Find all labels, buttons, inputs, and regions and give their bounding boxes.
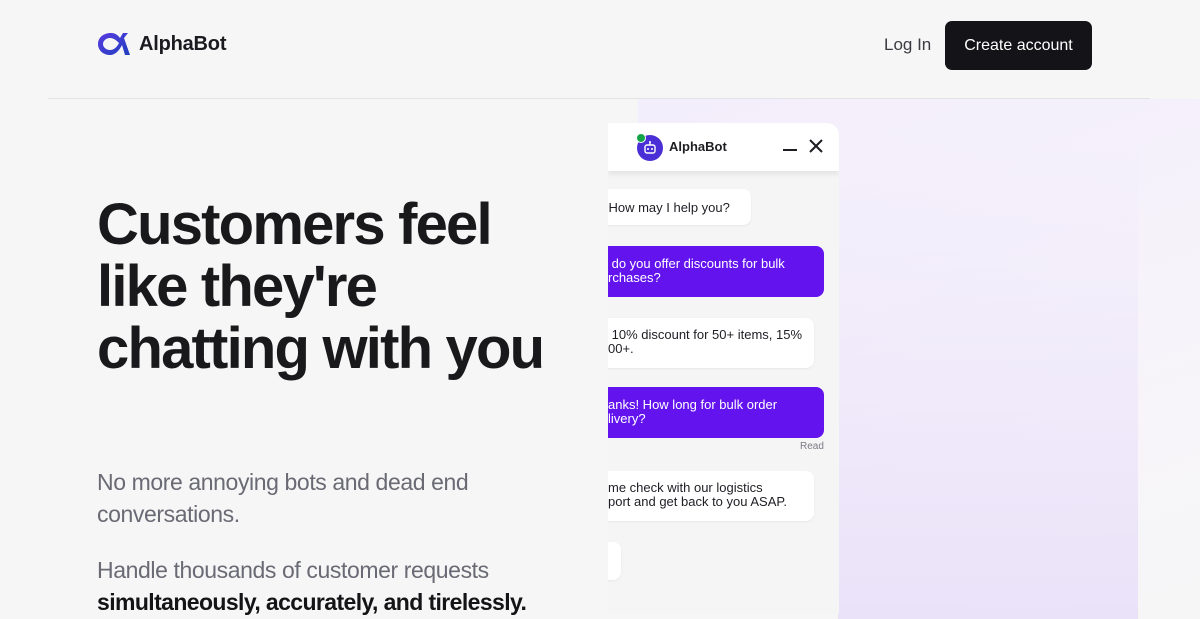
- message-text: o. How may I help you?: [608, 200, 730, 215]
- chat-bot-name: AlphaBot: [669, 139, 727, 154]
- close-icon[interactable]: [807, 137, 825, 155]
- message-text: 00+.: [608, 341, 634, 356]
- message-text: do you offer discounts for bulk: [608, 256, 785, 271]
- alpha-logo-icon: [98, 33, 130, 55]
- brand-logo[interactable]: AlphaBot: [97, 30, 226, 58]
- message-text: port and get back to you ASAP.: [608, 494, 787, 509]
- robot-icon: [644, 141, 656, 154]
- lead2-prefix: Handle thousands of customer requests: [97, 557, 489, 583]
- hero-title-line: chatting with you: [97, 316, 545, 381]
- chat-message-bot-partial: [608, 542, 621, 580]
- hero-lead-secondary: Handle thousands of customer requests si…: [97, 554, 567, 618]
- hero-title: Customers feel like they're chatting wit…: [97, 194, 567, 380]
- message-text: anks! How long for bulk order: [608, 397, 778, 412]
- brand-name: AlphaBot: [139, 32, 227, 55]
- chat-message-bot: o. How may I help you?: [608, 189, 751, 225]
- message-text: 10% discount for 50+ items, 15%: [608, 327, 803, 342]
- chat-message-bot: 10% discount for 50+ items, 15% 00+.: [608, 318, 814, 368]
- chat-header: AlphaBot: [608, 123, 839, 171]
- read-receipt: Read: [800, 441, 824, 452]
- chat-widget: AlphaBot o. How may I help you? do you o…: [608, 123, 839, 614]
- hero-lead: No more annoying bots and dead end conve…: [97, 469, 469, 527]
- message-text: livery?: [608, 411, 646, 426]
- background-glow: [838, 139, 1138, 619]
- chat-message-user: do you offer discounts for bulk rchases?: [608, 246, 824, 297]
- minimize-icon[interactable]: [781, 137, 799, 155]
- create-account-button[interactable]: Create account: [945, 21, 1092, 70]
- message-text: rchases?: [608, 270, 661, 285]
- chat-message-bot: me check with our logistics port and get…: [608, 471, 814, 521]
- lead2-bold: simultaneously, accurately, and tireless…: [97, 589, 527, 615]
- hero-title-line: like they're: [97, 254, 378, 319]
- online-status-dot: [636, 133, 646, 143]
- message-text: me check with our logistics: [608, 480, 763, 495]
- hero-title-line: Customers feel: [97, 192, 493, 257]
- chat-message-user: anks! How long for bulk order livery?: [608, 387, 824, 438]
- login-link[interactable]: Log In: [884, 35, 931, 55]
